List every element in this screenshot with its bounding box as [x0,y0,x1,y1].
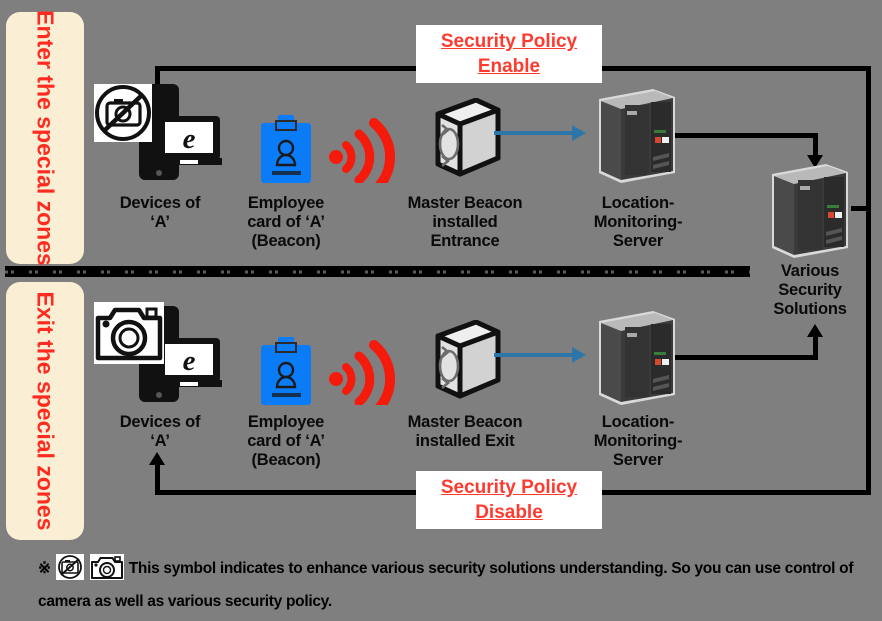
connector-top-server-to-solutions-h [664,133,818,138]
top-devices-icon-group: e [94,78,222,190]
footnote-mark: ※ [38,560,51,577]
connector-bottom-server-to-solutions-h [664,355,818,360]
bottom-devices-label: Devices of ‘A’ [119,413,201,450]
camera-icon [89,554,124,580]
bottom-beacon-signal-icon [328,339,400,405]
bottom-beacon-to-server-arrowhead [572,347,586,363]
footnote: ※ This symbol indicates to enhance vario [38,552,858,618]
zone-enter-box: Enter the special zones [6,10,84,266]
connector-solutions-arrowhead-bottom [807,324,823,337]
security-solutions-server-icon [768,160,852,260]
top-server-label: Location- Monitoring- Server [593,194,683,250]
top-beacon-to-server-line [494,131,574,135]
security-solutions-label: Various Security Solutions [773,262,847,318]
top-server-tower-icon [595,85,679,185]
top-beacon-signal-icon [328,117,400,183]
connector-solutions-to-right-edge [851,206,871,211]
connector-bottom-server-to-solutions-v [813,334,818,360]
bottom-employee-badge-icon [259,337,313,405]
bottom-beacon-device-icon [430,320,502,400]
policy-disable-box: Security Policy Disable [416,471,602,529]
section-divider [5,266,750,277]
top-beacon-device-icon [430,98,502,178]
svg-text:e: e [183,123,196,155]
footnote-text: This symbol indicates to enhance various… [38,560,854,610]
bottom-server-label: Location- Monitoring- Server [593,413,683,469]
top-beacon-to-server-arrowhead [572,125,586,141]
bottom-beacon-label: Master Beacon installed Exit [407,413,523,450]
bottom-card-label: Employee card of ‘A’ (Beacon) [247,413,325,469]
top-devices-label: Devices of ‘A’ [119,194,201,231]
zone-exit-box: Exit the special zones [6,282,84,540]
top-employee-badge-icon [259,115,313,183]
connector-bottom-arrowhead [149,452,165,465]
bottom-devices-icon-group: e [94,300,222,412]
bottom-server-tower-icon [595,307,679,407]
zone-enter-label: Enter the special zones [32,10,59,266]
policy-enable-box: Security Policy Enable [416,25,602,83]
top-card-label: Employee card of ‘A’ (Beacon) [247,194,325,250]
zone-exit-label: Exit the special zones [32,291,59,531]
svg-text:e: e [183,345,196,377]
bottom-beacon-to-server-line [494,353,574,357]
diagram-canvas: Enter the special zones Exit the special… [0,0,882,621]
top-beacon-label: Master Beacon installed Entrance [407,194,523,250]
no-camera-icon [55,554,84,580]
